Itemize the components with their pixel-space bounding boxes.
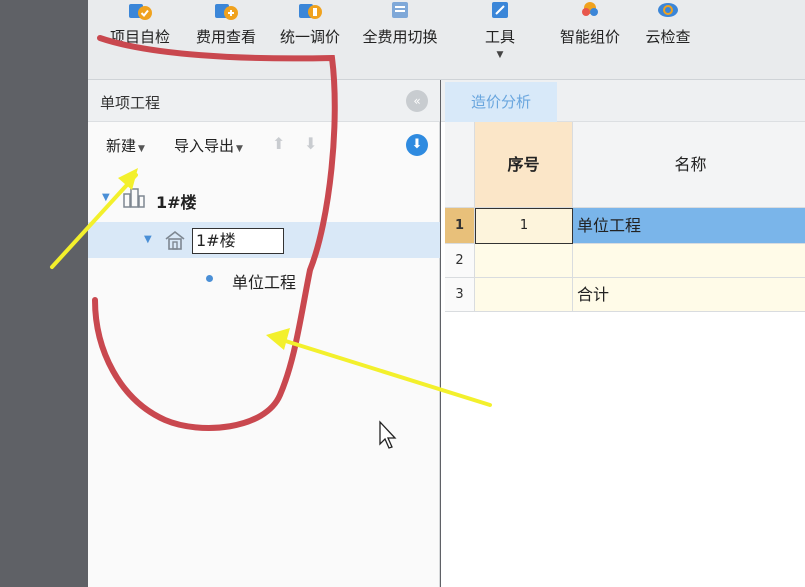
new-button-label: 新建 <box>106 137 137 155</box>
column-header-seq[interactable]: 序号 <box>475 122 573 208</box>
tree-leaf-label: 单位工程 <box>232 273 297 292</box>
row-number[interactable]: 3 <box>445 278 475 312</box>
cost-view-label: 费用查看 <box>195 28 256 46</box>
table-cell-name[interactable] <box>573 244 805 278</box>
full-cost-switch-icon <box>392 2 408 18</box>
rename-input[interactable]: 1#楼 <box>192 228 284 254</box>
cloud-check-icon <box>658 3 678 17</box>
home-icon <box>165 230 185 250</box>
smart-pricing-label: 智能组价 <box>559 28 620 46</box>
bullet-icon <box>206 275 213 282</box>
tree-node-child[interactable]: ▼ 1#楼 <box>88 222 440 258</box>
panel-tools: 新建 ▼ 导入导出 ▼ ⬆ ⬇ ⬇ <box>88 122 440 168</box>
project-check-button[interactable]: 项目自检 <box>102 0 178 62</box>
move-down-icon[interactable]: ⬇ <box>304 134 317 153</box>
tree-root-label: 1#楼 <box>156 193 197 212</box>
cloud-check-label: 云检查 <box>645 28 691 46</box>
tools-icon <box>492 2 508 18</box>
tools-button[interactable]: 工具 ▼ <box>472 0 528 62</box>
chevron-down-icon: ▼ <box>236 144 243 154</box>
row-number[interactable]: 2 <box>445 244 475 278</box>
cloud-check-button[interactable]: 云检查 <box>636 0 700 62</box>
move-up-icon[interactable]: ⬆ <box>272 134 285 153</box>
smart-pricing-button[interactable]: 智能组价 <box>550 0 630 62</box>
table-cell-seq[interactable] <box>475 278 573 312</box>
main-area: 造价分析 序号 名称 1 1 单位工程 2 3 合计 <box>441 80 805 587</box>
unified-price-icon <box>299 4 322 19</box>
cost-view-button[interactable]: 费用查看 <box>188 0 264 62</box>
full-cost-switch-label: 全费用切换 <box>362 28 438 46</box>
table-cell-seq[interactable]: 1 <box>475 208 573 244</box>
row-number[interactable]: 1 <box>445 208 475 244</box>
building-icon <box>123 188 145 208</box>
left-gutter <box>0 0 88 587</box>
table-cell-name[interactable]: 单位工程 <box>573 208 805 244</box>
import-export-button[interactable]: 导入导出 ▼ <box>174 135 243 156</box>
project-check-icon <box>129 4 152 20</box>
tree-node-root[interactable]: ▼ 1#楼 <box>88 180 440 216</box>
tree-node-leaf[interactable]: 单位工程 <box>88 260 440 296</box>
panel-title: 单项工程 <box>100 94 161 112</box>
cost-view-icon <box>215 4 238 20</box>
table-cell-seq[interactable] <box>475 244 573 278</box>
expand-triangle-icon[interactable]: ▼ <box>144 234 152 245</box>
project-tree-panel: 单项工程 « 新建▼ 导入导出▼ ⬆ ⬇ ⬇ ▼ 1#楼 ▼ 1#楼 单位工 <box>88 80 440 587</box>
ribbon-toolbar: 项目自检 费用查看 统一调价 全费用切换 工具 ▼ 智能组价 云检查 <box>88 0 805 80</box>
panel-header: 单项工程 « <box>88 80 440 122</box>
project-check-label: 项目自检 <box>109 28 170 46</box>
download-icon[interactable]: ⬇ <box>406 134 428 156</box>
unified-price-button[interactable]: 统一调价 <box>272 0 348 62</box>
unified-price-label: 统一调价 <box>279 28 340 46</box>
import-export-label: 导入导出 <box>174 137 235 155</box>
tab-bar: 造价分析 <box>441 80 805 122</box>
tools-dropdown-icon: ▼ <box>496 50 504 60</box>
full-cost-switch-button[interactable]: 全费用切换 <box>354 0 446 62</box>
expand-triangle-icon[interactable]: ▼ <box>102 192 110 203</box>
collapse-panel-icon[interactable]: « <box>406 90 428 112</box>
new-button[interactable]: 新建 ▼ <box>106 135 145 156</box>
column-header-name[interactable]: 名称 <box>573 122 805 208</box>
table-cell-name[interactable]: 合计 <box>573 278 805 312</box>
tools-label: 工具 <box>484 28 515 46</box>
mouse-cursor-icon <box>379 420 397 449</box>
chevron-down-icon: ▼ <box>138 144 145 154</box>
tab-cost-analysis[interactable]: 造价分析 <box>445 82 557 122</box>
smart-pricing-icon <box>582 2 598 16</box>
grid-corner <box>445 122 475 208</box>
